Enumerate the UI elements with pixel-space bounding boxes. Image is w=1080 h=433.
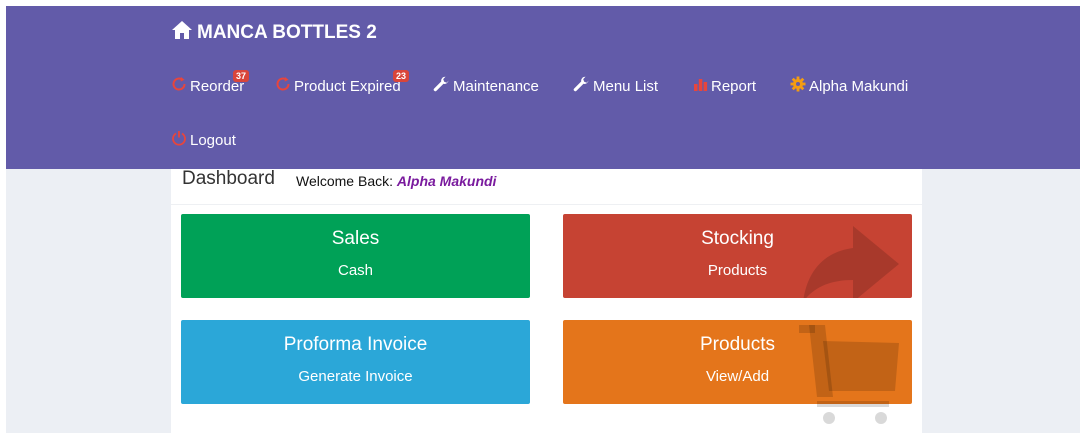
stocking-tile-subtitle: Products bbox=[707, 262, 768, 279]
nav-report-label: Report bbox=[711, 77, 757, 95]
wrench-icon bbox=[433, 76, 453, 97]
power-icon bbox=[171, 130, 190, 150]
expired-count-badge: 23 bbox=[393, 70, 410, 82]
nav-logout-label: Logout bbox=[190, 131, 236, 149]
welcome-message: Welcome Back: Alpha Makundi bbox=[296, 173, 496, 189]
nav-user-label: Alpha Makundi bbox=[809, 77, 909, 95]
top-navbar bbox=[6, 6, 1080, 169]
sales-tile-subtitle: Cash bbox=[337, 262, 374, 279]
products-tile[interactable]: Products View/Add bbox=[563, 320, 912, 424]
products-tile-title: Products bbox=[700, 334, 775, 355]
brand-title: MANCA BOTTLES 2 bbox=[197, 22, 377, 43]
proforma-tile-subtitle: Generate Invoice bbox=[298, 368, 413, 385]
content-header: Dashboard Welcome Back: Alpha Makundi bbox=[171, 169, 922, 205]
nav-maintenance-label: Maintenance bbox=[453, 77, 539, 95]
refresh-icon bbox=[275, 76, 294, 96]
refresh-icon bbox=[171, 76, 190, 96]
nav-maintenance[interactable]: Maintenance bbox=[433, 74, 539, 98]
brand-link[interactable]: MANCA BOTTLES 2 bbox=[171, 19, 377, 47]
nav-report[interactable]: Report bbox=[693, 74, 756, 98]
sales-tile[interactable]: Sales Cash bbox=[181, 214, 530, 298]
home-icon bbox=[171, 20, 197, 46]
nav-menu-list[interactable]: Menu List bbox=[573, 74, 658, 98]
welcome-prefix: Welcome Back: bbox=[296, 173, 393, 189]
sales-tile-title: Sales bbox=[331, 228, 380, 249]
stocking-tile[interactable]: Stocking Products bbox=[563, 214, 912, 298]
main-content: Dashboard Welcome Back: Alpha Makundi Sa… bbox=[171, 169, 922, 433]
nav-menu-list-label: Menu List bbox=[593, 77, 659, 95]
welcome-user-name: Alpha Makundi bbox=[396, 173, 497, 189]
wrench-icon bbox=[573, 76, 593, 97]
bar-chart-icon bbox=[693, 77, 711, 96]
nav-logout[interactable]: Logout bbox=[171, 128, 236, 152]
proforma-invoice-tile[interactable]: Proforma Invoice Generate Invoice bbox=[181, 320, 530, 404]
stocking-tile-title: Stocking bbox=[701, 228, 774, 249]
page-title: Dashboard bbox=[182, 168, 275, 189]
proforma-tile-title: Proforma Invoice bbox=[283, 334, 428, 355]
nav-product-expired[interactable]: Product Expired bbox=[275, 74, 401, 98]
reorder-count-badge: 37 bbox=[233, 70, 250, 82]
nav-user-menu[interactable]: Alpha Makundi bbox=[790, 74, 908, 98]
products-tile-subtitle: View/Add bbox=[705, 368, 770, 385]
gear-icon bbox=[790, 76, 809, 96]
nav-product-expired-label: Product Expired bbox=[294, 77, 401, 95]
